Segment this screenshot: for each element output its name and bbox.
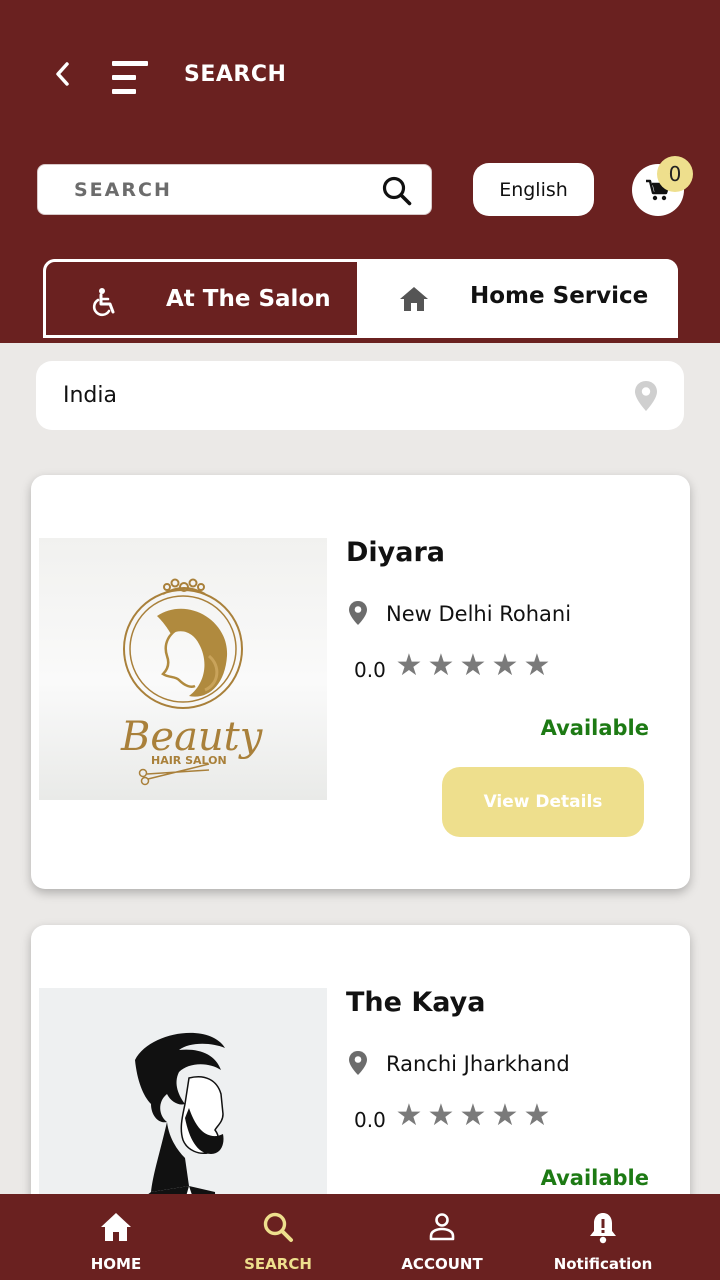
nav-notification[interactable]: Notification (533, 1194, 673, 1280)
home-icon (400, 287, 428, 311)
tab-at-the-salon[interactable]: At The Salon (43, 259, 360, 338)
availability-status: Available (540, 716, 649, 740)
salon-name: Diyara (346, 537, 446, 568)
language-button[interactable]: English (473, 163, 594, 216)
back-button[interactable] (48, 58, 76, 90)
nav-search[interactable]: SEARCH (208, 1194, 348, 1280)
view-details-button[interactable]: View Details (442, 767, 644, 837)
search-icon (263, 1212, 293, 1242)
search-input[interactable] (74, 165, 384, 214)
rating-value: 0.0 (354, 1108, 386, 1132)
beauty-salon-logo: Beauty HAIR SALON (120, 578, 264, 786)
search-field[interactable] (37, 164, 432, 215)
salon-image: Beauty HAIR SALON (39, 538, 327, 800)
nav-label: SEARCH (244, 1255, 312, 1273)
location-pin-icon (349, 1051, 367, 1075)
bell-icon (590, 1213, 616, 1244)
bottom-navigation: HOME SEARCH ACCOUNT Notification (0, 1194, 720, 1280)
user-icon (429, 1213, 455, 1241)
star-icon: ★ (491, 1098, 519, 1133)
app-header: SEARCH English 0 At The Salon (0, 0, 720, 343)
wheelchair-icon (92, 288, 115, 317)
logo-sub-text: HAIR SALON (151, 754, 227, 767)
nav-label: Notification (553, 1255, 653, 1273)
star-icon: ★ (459, 648, 487, 683)
star-icon: ★ (427, 1098, 455, 1133)
salon-address: Ranchi Jharkhand (386, 1052, 570, 1076)
star-icon: ★ (523, 1098, 551, 1133)
menu-icon[interactable] (112, 60, 152, 96)
star-icon: ★ (427, 648, 455, 683)
availability-status: Available (540, 1166, 649, 1190)
rating-value: 0.0 (354, 658, 386, 682)
star-icon: ★ (523, 648, 551, 683)
page-title: SEARCH (184, 62, 287, 87)
service-type-tabs: At The Salon Home Service (43, 259, 678, 338)
nav-account[interactable]: ACCOUNT (372, 1194, 512, 1280)
nav-label: ACCOUNT (401, 1255, 483, 1273)
star-icon: ★ (491, 648, 519, 683)
star-rating: ★ ★ ★ ★ ★ (394, 1101, 552, 1131)
nav-home[interactable]: HOME (46, 1194, 186, 1280)
map-pin-icon[interactable] (634, 380, 658, 412)
home-icon (101, 1213, 131, 1241)
tab-home-service[interactable]: Home Service (360, 259, 678, 338)
tab-label: Home Service (470, 283, 649, 309)
salon-card[interactable]: Beauty HAIR SALON Diyara New Delhi Rohan… (31, 475, 690, 889)
location-field[interactable] (36, 361, 684, 430)
tab-label: At The Salon (166, 286, 331, 312)
star-icon: ★ (459, 1098, 487, 1133)
salon-address: New Delhi Rohani (386, 602, 572, 626)
cart-count-badge: 0 (657, 156, 693, 192)
search-icon[interactable] (381, 175, 413, 207)
star-icon: ★ (395, 648, 423, 683)
salon-name: The Kaya (346, 987, 486, 1018)
location-pin-icon (349, 601, 367, 625)
star-icon: ★ (395, 1098, 423, 1133)
nav-label: HOME (90, 1255, 142, 1273)
location-input[interactable] (63, 361, 623, 430)
star-rating: ★ ★ ★ ★ ★ (394, 651, 552, 681)
chevron-left-icon (56, 62, 69, 86)
